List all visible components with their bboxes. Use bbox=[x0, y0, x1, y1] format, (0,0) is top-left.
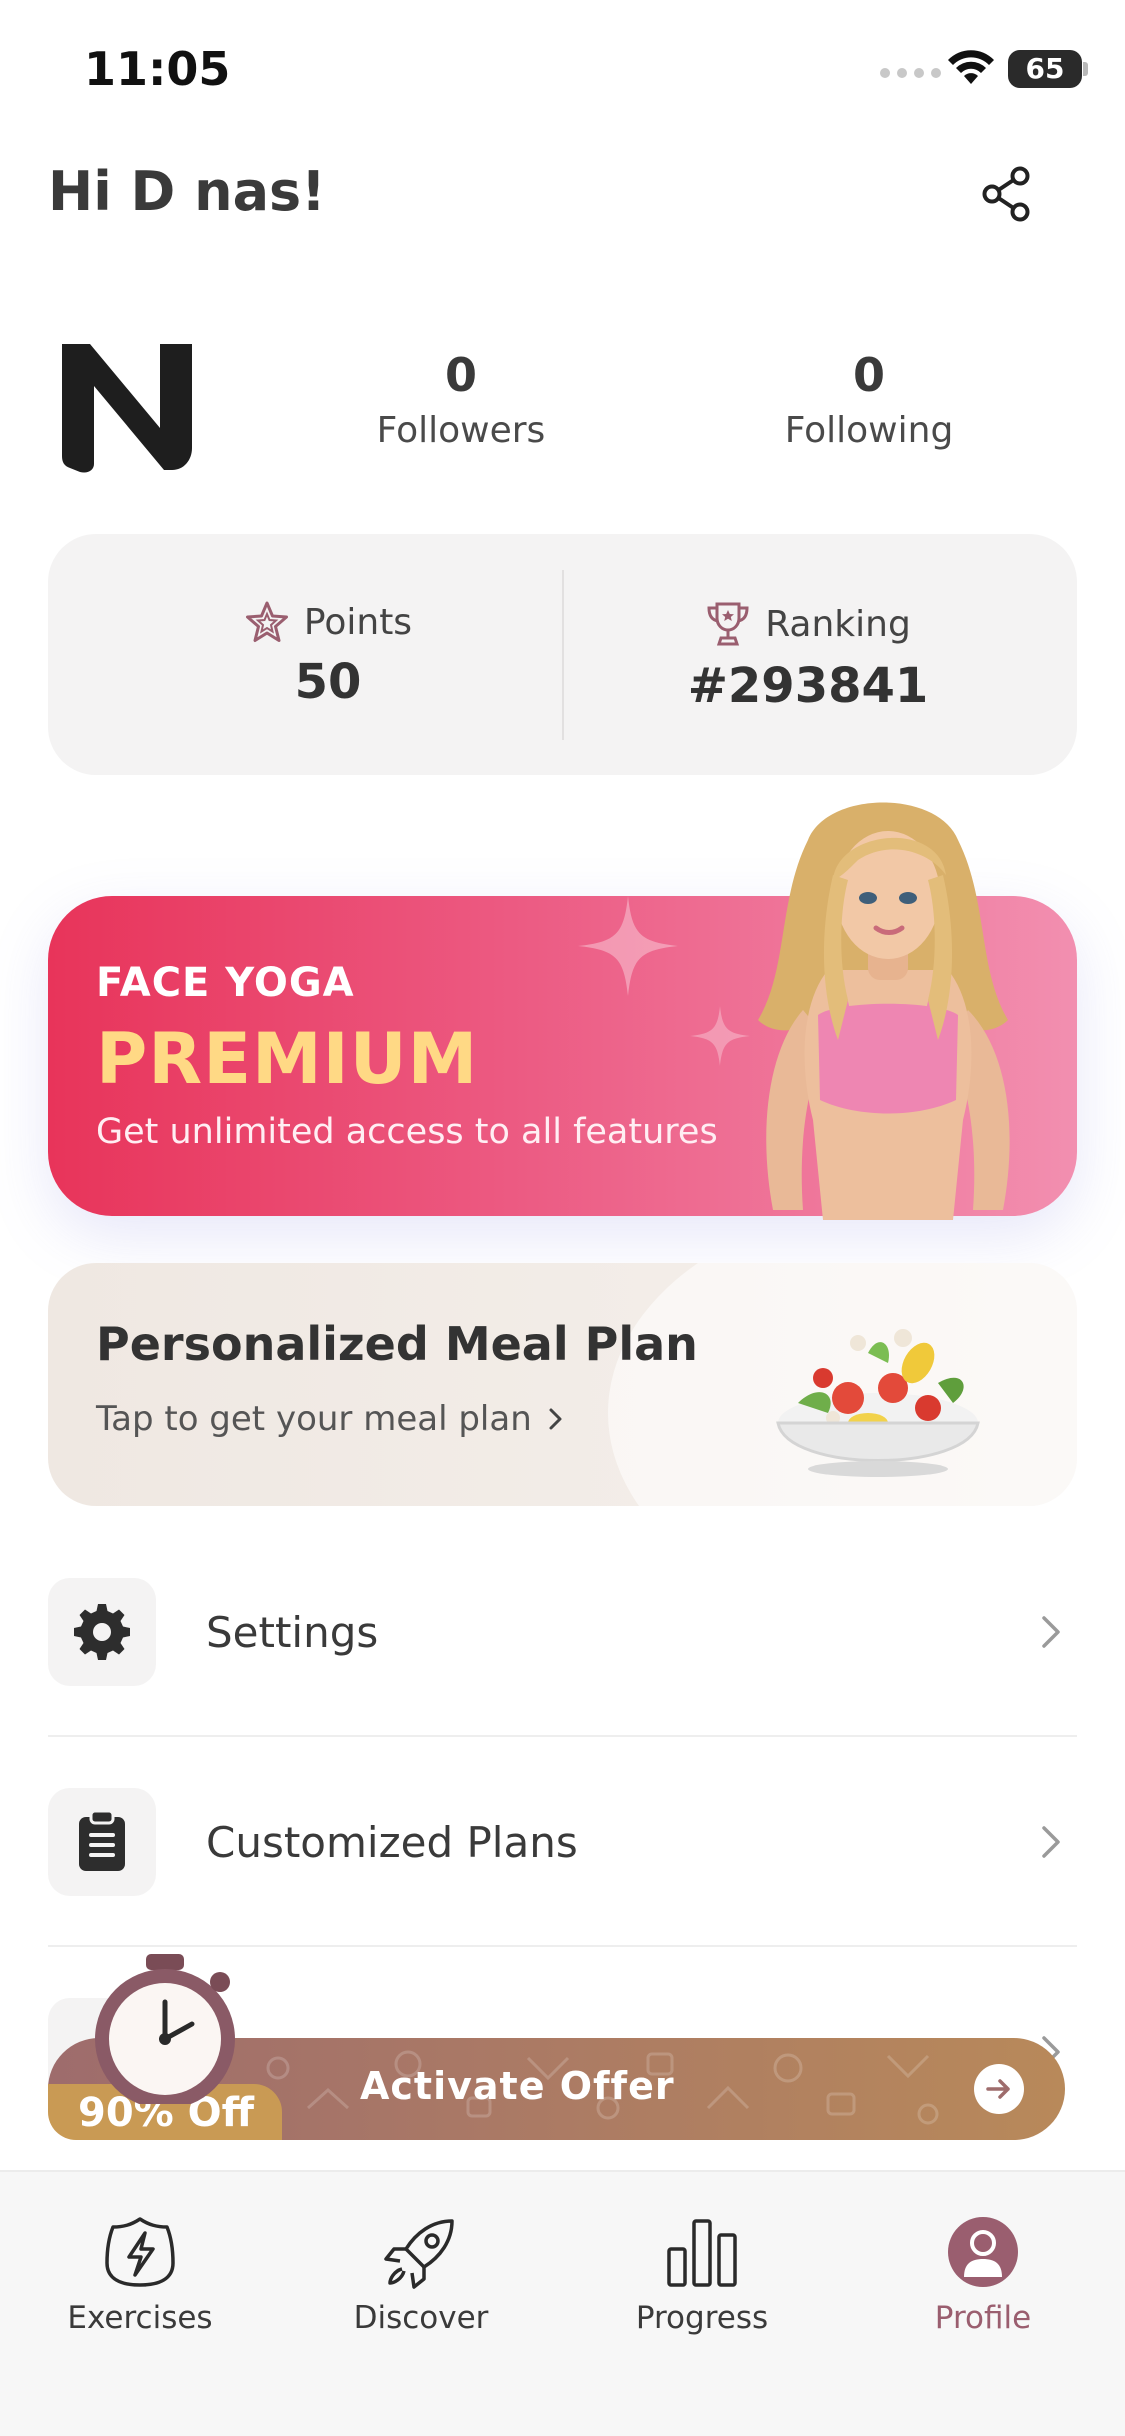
stats-card: Points 50 Ranking #293841 bbox=[48, 534, 1077, 775]
meal-plan-card[interactable]: Personalized Meal Plan Tap to get your m… bbox=[48, 1263, 1077, 1506]
wifi-icon bbox=[948, 50, 994, 84]
followers-stat[interactable]: 0 Followers bbox=[341, 348, 581, 451]
following-label: Following bbox=[784, 410, 954, 451]
menu-divider bbox=[48, 1735, 1077, 1737]
lightning-shield-icon bbox=[105, 2217, 175, 2287]
menu-icon-box bbox=[48, 1788, 156, 1896]
chevron-right-icon bbox=[1042, 1616, 1060, 1648]
battery-icon: 65 bbox=[1008, 50, 1082, 88]
salad-bowl-illustration bbox=[776, 1329, 980, 1477]
offer-label: Activate Offer bbox=[360, 2064, 675, 2108]
chevron-right-icon bbox=[549, 1408, 562, 1430]
points-value: 50 bbox=[294, 654, 362, 710]
ranking-stat: Ranking #293841 bbox=[578, 600, 1038, 714]
menu-item-customized-plans[interactable]: Customized Plans bbox=[48, 1788, 1077, 1896]
meal-plan-link[interactable]: Tap to get your meal plan bbox=[96, 1399, 564, 1439]
offer-arrow bbox=[974, 2064, 1024, 2114]
tab-progress[interactable]: Progress bbox=[592, 2212, 812, 2336]
gear-icon bbox=[74, 1604, 130, 1660]
share-button[interactable] bbox=[972, 160, 1040, 228]
battery-level: 65 bbox=[1025, 52, 1065, 85]
menu-label-settings: Settings bbox=[206, 1608, 379, 1657]
cellular-signal-icon bbox=[880, 68, 941, 78]
premium-subtitle: Get unlimited access to all features bbox=[96, 1112, 718, 1152]
tab-discover[interactable]: Discover bbox=[311, 2212, 531, 2336]
greeting-title: Hi D nas! bbox=[48, 160, 326, 223]
menu-icon-box bbox=[48, 1578, 156, 1686]
followers-label: Followers bbox=[376, 410, 546, 451]
following-count: 0 bbox=[852, 348, 885, 402]
premium-kicker: FACE YOGA bbox=[96, 960, 355, 1006]
menu-divider bbox=[48, 1945, 1077, 1947]
menu-item-settings[interactable]: Settings bbox=[48, 1578, 1077, 1686]
avatar[interactable] bbox=[56, 336, 196, 476]
ranking-label: Ranking bbox=[765, 603, 911, 645]
following-stat[interactable]: 0 Following bbox=[749, 348, 989, 451]
stats-divider bbox=[562, 570, 564, 740]
fitness-model-illustration bbox=[758, 802, 1010, 1220]
battery-nub bbox=[1083, 62, 1088, 76]
tab-profile[interactable]: Profile bbox=[873, 2212, 1093, 2336]
tab-exercises[interactable]: Exercises bbox=[30, 2212, 250, 2336]
share-icon bbox=[982, 166, 1030, 222]
stopwatch-icon bbox=[95, 1954, 235, 2104]
followers-count: 0 bbox=[444, 348, 477, 402]
ranking-value: #293841 bbox=[687, 658, 929, 714]
profile-icon bbox=[948, 2217, 1018, 2287]
avatar-logo bbox=[62, 344, 192, 473]
premium-banner[interactable]: FACE YOGA PREMIUM Get unlimited access t… bbox=[48, 802, 1077, 1220]
star-icon bbox=[245, 601, 288, 642]
status-bar: 11:05 65 bbox=[0, 0, 1125, 140]
chevron-right-icon bbox=[1042, 1826, 1060, 1858]
sparkle-icon bbox=[578, 896, 678, 996]
arrow-right-icon bbox=[986, 2079, 1010, 2099]
tab-label-discover: Discover bbox=[353, 2300, 489, 2336]
points-label: Points bbox=[303, 601, 413, 643]
menu-label-customized-plans: Customized Plans bbox=[206, 1818, 578, 1867]
status-time: 11:05 bbox=[84, 42, 231, 96]
tab-label-profile: Profile bbox=[934, 2300, 1032, 2336]
tab-label-exercises: Exercises bbox=[67, 2300, 213, 2336]
clipboard-icon bbox=[79, 1811, 125, 1871]
premium-title: PREMIUM bbox=[96, 1018, 479, 1100]
points-stat: Points 50 bbox=[98, 600, 558, 710]
trophy-icon bbox=[707, 602, 749, 646]
meal-plan-subtitle: Tap to get your meal plan bbox=[96, 1399, 532, 1439]
rocket-icon bbox=[384, 2219, 454, 2289]
bottom-tab-bar: Exercises Discover Progress Profile bbox=[0, 2170, 1125, 2436]
tab-label-progress: Progress bbox=[635, 2300, 769, 2336]
meal-plan-title: Personalized Meal Plan bbox=[96, 1317, 698, 1371]
bar-chart-icon bbox=[667, 2219, 737, 2287]
